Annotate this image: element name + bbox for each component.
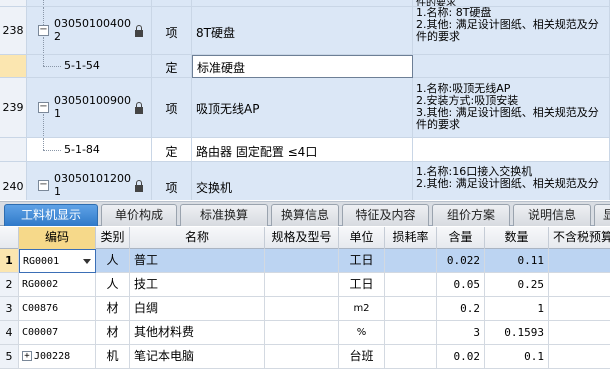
row-number: 239 bbox=[0, 78, 27, 138]
item-unit-type: 项 bbox=[152, 7, 192, 55]
col-header-quantity[interactable]: 数量 bbox=[485, 227, 549, 249]
item-unit-type: 定 bbox=[152, 138, 192, 162]
tab-standard-conversion[interactable]: 标准换算 bbox=[180, 204, 268, 226]
tab-description[interactable]: 说明信息 bbox=[513, 204, 591, 226]
item-name[interactable]: 交换机 bbox=[192, 162, 413, 200]
resource-grid-header: 编码 类别 名称 规格及型号 单位 损耗率 含量 数量 不含税预算 bbox=[0, 227, 610, 249]
tab-display[interactable]: 显 bbox=[594, 204, 610, 226]
detail-tab-bar: 工料机显示 单价构成 标准换算 换算信息 特征及内容 组价方案 说明信息 显 bbox=[0, 201, 610, 226]
col-header-code[interactable]: 编码 bbox=[19, 227, 96, 249]
list-row-239[interactable]: 239 − 03050100900 1 项 吸顶无线AP 1.名称:吸顶无线AP… bbox=[0, 78, 610, 138]
quota-item-grid: 件的要求 238 − 03050100400 2 项 8T硬盘 1.名称: 8T… bbox=[0, 0, 610, 200]
item-features bbox=[413, 138, 610, 162]
list-row-240[interactable]: 240 − 03050101200 1 项 交换机 1.名称:16口接入交换机 … bbox=[0, 162, 610, 200]
table-row[interactable]: 1 RG0001 人 普工 工日 0.022 0.11 bbox=[0, 249, 610, 273]
col-header-category[interactable]: 类别 bbox=[96, 227, 130, 249]
col-header-rowno bbox=[0, 227, 19, 249]
list-row-5-1-84[interactable]: 5-1-84 定 路由器 固定配置 ≤4口 bbox=[0, 138, 610, 162]
collapse-icon[interactable]: − bbox=[38, 102, 49, 113]
item-name[interactable]: 8T硬盘 bbox=[192, 7, 413, 55]
item-name[interactable]: 吸顶无线AP bbox=[192, 78, 413, 138]
lock-icon bbox=[135, 25, 143, 38]
item-name-editor[interactable]: 标准硬盘 bbox=[192, 55, 413, 78]
tab-labor-material-machine[interactable]: 工料机显示 bbox=[4, 204, 98, 226]
item-code-cell[interactable]: − 03050101200 1 bbox=[27, 162, 152, 200]
partial-row: 件的要求 bbox=[0, 0, 610, 7]
item-code-cell[interactable]: 5-1-54 bbox=[27, 55, 152, 78]
item-code-line1: 03050100900 bbox=[54, 94, 131, 107]
item-name[interactable]: 路由器 固定配置 ≤4口 bbox=[192, 138, 413, 162]
item-code: 5-1-54 bbox=[64, 59, 100, 72]
row-number bbox=[0, 138, 27, 162]
table-row[interactable]: 3 C00876 材 白绸 m2 0.2 1 bbox=[0, 297, 610, 321]
item-features: 1.名称:吸顶无线AP 2.安装方式:吸顶安装 3.其他: 满足设计图纸、相关规… bbox=[413, 78, 610, 138]
dropdown-arrow-icon[interactable] bbox=[83, 259, 91, 264]
item-code-line1: 03050101200 bbox=[54, 172, 131, 185]
col-header-price-excl-tax[interactable]: 不含税预算 bbox=[549, 227, 610, 249]
tab-pricing-scheme[interactable]: 组价方案 bbox=[432, 204, 510, 226]
code-dropdown[interactable]: RG0001 bbox=[19, 249, 96, 273]
row-number: 240 bbox=[0, 162, 27, 200]
item-code-line2: 1 bbox=[54, 185, 61, 198]
item-code-cell[interactable]: − 03050100400 2 bbox=[27, 7, 152, 55]
table-row[interactable]: 5 + J00228 机 笔记本电脑 台班 0.02 0.1 bbox=[0, 345, 610, 369]
item-features bbox=[413, 55, 610, 78]
row-number: 238 bbox=[0, 7, 27, 55]
col-header-unit[interactable]: 单位 bbox=[339, 227, 385, 249]
col-header-spec[interactable]: 规格及型号 bbox=[265, 227, 339, 249]
item-unit-type: 项 bbox=[152, 78, 192, 138]
col-header-loss-rate[interactable]: 损耗率 bbox=[385, 227, 437, 249]
item-features: 1.名称: 8T硬盘 2.其他: 满足设计图纸、相关规范及分 件的要求 bbox=[413, 7, 610, 55]
item-features: 1.名称:16口接入交换机 2.其他: 满足设计图纸、相关规范及分 bbox=[413, 162, 610, 200]
item-code-cell[interactable]: 5-1-84 bbox=[27, 138, 152, 162]
item-unit-type: 项 bbox=[152, 162, 192, 200]
resource-grid: 编码 类别 名称 规格及型号 单位 损耗率 含量 数量 不含税预算 1 RG00… bbox=[0, 227, 610, 375]
item-code: 5-1-84 bbox=[64, 143, 100, 156]
lock-icon bbox=[135, 180, 143, 193]
table-row[interactable]: 4 C00007 材 其他材料费 % 3 0.1593 bbox=[0, 321, 610, 345]
tab-conversion-info[interactable]: 换算信息 bbox=[271, 204, 339, 226]
item-code-line2: 2 bbox=[54, 30, 61, 43]
list-row-5-1-54[interactable]: 5-1-54 定 标准硬盘 bbox=[0, 55, 610, 78]
tab-features-content[interactable]: 特征及内容 bbox=[342, 204, 429, 226]
col-header-name[interactable]: 名称 bbox=[130, 227, 265, 249]
collapse-icon[interactable]: − bbox=[38, 180, 49, 191]
list-row-238[interactable]: 238 − 03050100400 2 项 8T硬盘 1.名称: 8T硬盘 2.… bbox=[0, 7, 610, 55]
item-code-line2: 1 bbox=[54, 107, 61, 120]
tab-unit-price-composition[interactable]: 单价构成 bbox=[101, 204, 177, 226]
expand-icon[interactable]: + bbox=[22, 351, 32, 361]
item-code-cell[interactable]: − 03050100900 1 bbox=[27, 78, 152, 138]
lock-icon bbox=[135, 102, 143, 115]
item-unit-type: 定 bbox=[152, 55, 192, 78]
table-row[interactable]: 2 RG0002 人 技工 工日 0.05 0.25 bbox=[0, 273, 610, 297]
collapse-icon[interactable]: − bbox=[38, 25, 49, 36]
col-header-content[interactable]: 含量 bbox=[437, 227, 485, 249]
item-code-line1: 03050100400 bbox=[54, 17, 131, 30]
row-number bbox=[0, 55, 27, 78]
